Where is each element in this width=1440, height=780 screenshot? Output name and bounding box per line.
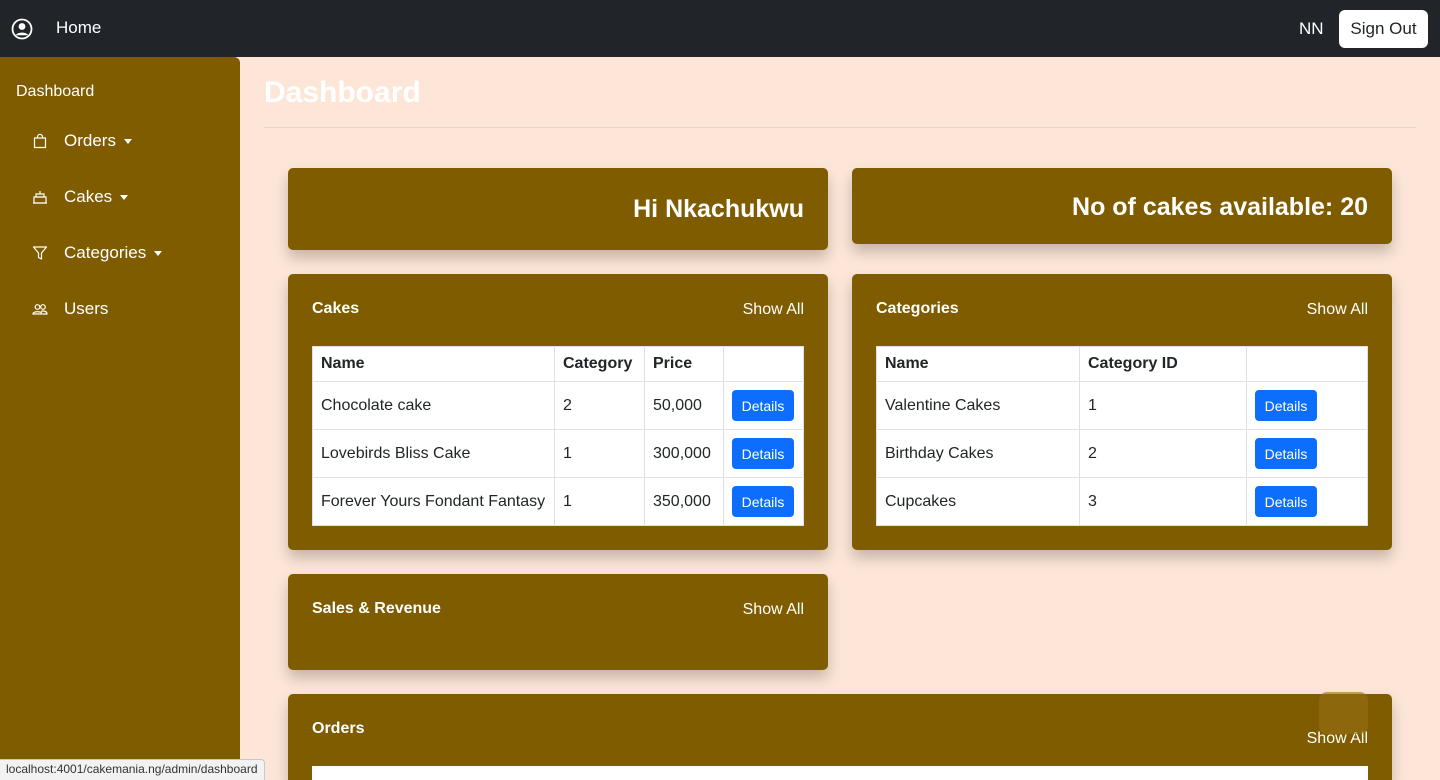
cake-icon (33, 191, 47, 204)
categories-table: Name Category ID Valentine Cakes 1 Detai… (876, 346, 1368, 526)
greeting-card: Hi Nkachukwu (288, 168, 828, 250)
action-cell: Details (1246, 477, 1368, 526)
categories-card-title: Categories (876, 300, 959, 317)
sales-show-all-link[interactable]: Show All (743, 601, 804, 619)
sidebar-item-users[interactable]: Users (32, 297, 108, 321)
floating-action-button[interactable] (1319, 692, 1368, 734)
chevron-down-icon (154, 250, 163, 256)
category-name: Cupcakes (876, 477, 1080, 526)
orders-table (312, 766, 1368, 780)
home-link[interactable]: Home (56, 18, 101, 38)
details-button[interactable]: Details (1255, 390, 1317, 421)
cake-name: Chocolate cake (312, 381, 555, 430)
sidebar-item-label: Cakes (64, 187, 113, 206)
category-id: 2 (1079, 429, 1247, 478)
column-header: Name (312, 346, 555, 382)
action-cell: Details (1246, 381, 1368, 430)
cakes-card-title: Cakes (312, 300, 360, 317)
categories-show-all-link[interactable]: Show All (1307, 301, 1368, 319)
sidebar-item-orders[interactable]: Orders (32, 129, 132, 153)
table-row: Valentine Cakes 1 Details (876, 381, 1368, 430)
sidebar-item-cakes[interactable]: Cakes (32, 185, 129, 209)
table-row: Cupcakes 3 Details (876, 477, 1368, 526)
cakes-count-card: No of cakes available: 20 (852, 168, 1392, 244)
details-button[interactable]: Details (732, 390, 794, 421)
sidebar-item-label: Users (64, 299, 109, 318)
chevron-down-icon (120, 194, 129, 200)
sidebar-item-label: Orders (64, 131, 116, 150)
orders-card-title: Orders (312, 720, 365, 737)
cake-price: 300,000 (644, 429, 724, 478)
category-name: Valentine Cakes (876, 381, 1080, 430)
sidebar-item-categories[interactable]: Categories (32, 241, 163, 265)
divider (264, 127, 1416, 128)
chevron-down-icon (123, 138, 132, 144)
bag-icon (33, 133, 47, 149)
column-header: Price (644, 346, 724, 382)
details-button[interactable]: Details (732, 486, 794, 517)
sidebar-title[interactable]: Dashboard (16, 83, 94, 101)
column-header: Category ID (1079, 346, 1247, 382)
details-button[interactable]: Details (1255, 438, 1317, 469)
categories-card: Categories Show All Name Category ID Val… (852, 274, 1392, 550)
sales-card: Sales & Revenue Show All (288, 574, 828, 670)
greeting-text: Hi Nkachukwu (633, 195, 804, 223)
column-header (723, 346, 804, 382)
column-header: Name (876, 346, 1080, 382)
action-cell: Details (723, 429, 804, 478)
table-header-row: Name Category Price (312, 346, 804, 382)
cake-name: Forever Yours Fondant Fantasy (312, 477, 555, 526)
cake-category: 2 (554, 381, 645, 430)
cake-name: Lovebirds Bliss Cake (312, 429, 555, 478)
sign-out-button[interactable]: Sign Out (1339, 10, 1428, 48)
people-icon (32, 304, 48, 315)
cakes-count-text: No of cakes available: 20 (1072, 193, 1368, 221)
orders-card: Orders Show All (288, 694, 1392, 780)
top-navbar: Home NN Sign Out (0, 0, 1440, 57)
cake-category: 1 (554, 429, 645, 478)
page-title: Dashboard (264, 76, 421, 109)
table-row: Forever Yours Fondant Fantasy 1 350,000 … (312, 477, 804, 526)
category-name: Birthday Cakes (876, 429, 1080, 478)
category-id: 3 (1079, 477, 1247, 526)
action-cell: Details (1246, 429, 1368, 478)
cakes-table: Name Category Price Chocolate cake 2 50,… (312, 346, 804, 526)
sidebar: Dashboard Orders Cakes Categories Users (0, 57, 240, 780)
cakes-show-all-link[interactable]: Show All (743, 301, 804, 319)
browser-status-url: localhost:4001/cakemania.ng/admin/dashbo… (0, 759, 265, 780)
table-row: Lovebirds Bliss Cake 1 300,000 Details (312, 429, 804, 478)
cake-category: 1 (554, 477, 645, 526)
table-row: Birthday Cakes 2 Details (876, 429, 1368, 478)
cake-price: 50,000 (644, 381, 724, 430)
column-header (1246, 346, 1368, 382)
user-circle-icon[interactable] (11, 18, 33, 40)
table-header-row: Name Category ID (876, 346, 1368, 382)
action-cell: Details (723, 381, 804, 430)
cake-price: 350,000 (644, 477, 724, 526)
sales-card-title: Sales & Revenue (312, 600, 441, 617)
table-row: Chocolate cake 2 50,000 Details (312, 381, 804, 430)
details-button[interactable]: Details (1255, 486, 1317, 517)
category-id: 1 (1079, 381, 1247, 430)
user-initials: NN (1299, 19, 1324, 38)
action-cell: Details (723, 477, 804, 526)
sidebar-item-label: Categories (64, 243, 147, 262)
cakes-card: Cakes Show All Name Category Price Choco… (288, 274, 828, 550)
column-header: Category (554, 346, 645, 382)
funnel-icon (32, 246, 48, 260)
details-button[interactable]: Details (732, 438, 794, 469)
